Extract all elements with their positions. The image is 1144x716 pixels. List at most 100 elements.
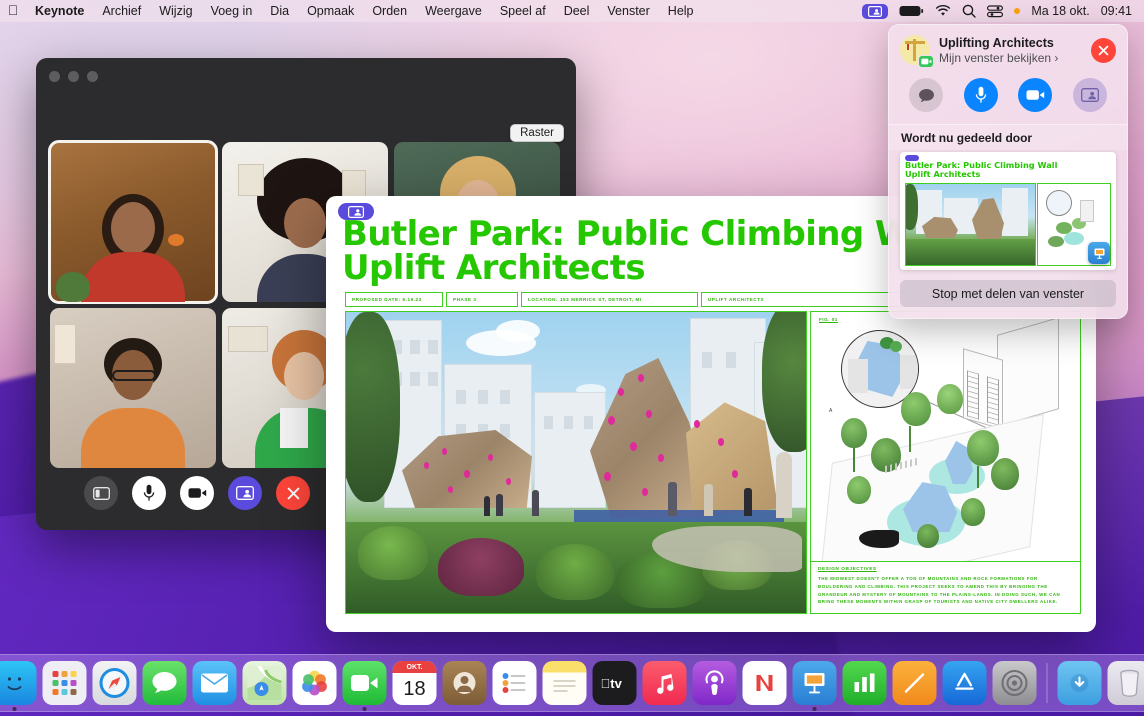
menu-item-dia[interactable]: Dia (261, 0, 298, 22)
stop-sharing-button[interactable]: Stop met delen van venster (900, 280, 1116, 307)
menu-item-voeg-in[interactable]: Voeg in (202, 0, 262, 22)
dock-item-maps[interactable] (242, 661, 288, 705)
dock: OKT.18 tv (0, 654, 1144, 712)
menubar-date[interactable]: Ma 18 okt. (1031, 4, 1089, 18)
grid-view-button[interactable]: Raster (510, 124, 564, 142)
menu-item-weergave[interactable]: Weergave (416, 0, 491, 22)
menu-item-wijzig[interactable]: Wijzig (150, 0, 201, 22)
apple-logo-icon[interactable]:  (0, 3, 26, 19)
pages-icon[interactable] (893, 661, 937, 705)
popover-titles: Uplifting Architects Mijn venster bekijk… (939, 36, 1091, 65)
dock-item-downloads[interactable] (1057, 661, 1103, 705)
tv-icon[interactable]: tv (593, 661, 637, 705)
dock-item-trash[interactable] (1107, 661, 1144, 705)
sidebar-button[interactable] (84, 476, 118, 510)
menu-item-deel[interactable]: Deel (555, 0, 599, 22)
popover-header: Uplifting Architects Mijn venster bekijk… (889, 25, 1127, 69)
menu-item-venster[interactable]: Venster (598, 0, 658, 22)
dock-item-appstore[interactable] (942, 661, 988, 705)
dock-item-finder[interactable] (0, 661, 38, 705)
microphone-button[interactable] (964, 78, 998, 112)
popover-call-buttons (889, 69, 1127, 124)
wifi-icon[interactable] (935, 5, 951, 17)
app-running-indicator (363, 707, 367, 711)
dock-item-mail[interactable] (192, 661, 238, 705)
close-icon[interactable] (1091, 38, 1116, 63)
caller-name: Uplifting Architects (939, 36, 1091, 50)
notes-icon[interactable] (543, 661, 587, 705)
dock-item-pages[interactable] (892, 661, 938, 705)
minimize-button[interactable] (68, 71, 79, 82)
preview-rendering (905, 183, 1036, 266)
maps-icon[interactable] (243, 661, 287, 705)
app-running-indicator (813, 707, 817, 711)
control-center-icon[interactable] (987, 5, 1003, 18)
downloads-icon[interactable] (1058, 661, 1102, 705)
maximize-button[interactable] (87, 71, 98, 82)
appstore-icon[interactable] (943, 661, 987, 705)
facetime-popover[interactable]: Uplifting Architects Mijn venster bekijk… (888, 24, 1128, 319)
view-window-link[interactable]: Mijn venster bekijken › (939, 51, 1091, 65)
microphone-button[interactable] (132, 476, 166, 510)
site-diagram: FIG. 01 A (810, 311, 1081, 614)
dock-item-messages[interactable] (142, 661, 188, 705)
contacts-icon[interactable] (443, 661, 487, 705)
participant-tile[interactable] (50, 142, 216, 302)
menu-item-help[interactable]: Help (659, 0, 703, 22)
participant-tile[interactable] (50, 308, 216, 468)
end-call-button[interactable] (276, 476, 310, 510)
news-icon[interactable] (743, 661, 787, 705)
reminders-icon[interactable] (493, 661, 537, 705)
numbers-icon[interactable] (843, 661, 887, 705)
menu-item-orden[interactable]: Orden (363, 0, 416, 22)
search-icon[interactable] (962, 4, 976, 18)
dock-item-launchpad[interactable] (42, 661, 88, 705)
share-screen-button[interactable] (228, 476, 262, 510)
dock-item-facetime[interactable] (342, 661, 388, 705)
mail-icon[interactable] (193, 661, 237, 705)
music-icon[interactable] (643, 661, 687, 705)
dock-item-calendar[interactable]: OKT.18 (392, 661, 438, 705)
menu-item-speel-af[interactable]: Speel af (491, 0, 555, 22)
messages-button[interactable] (909, 78, 943, 112)
finder-icon[interactable] (0, 661, 37, 705)
menu-item-opmaak[interactable]: Opmaak (298, 0, 363, 22)
menubar-clock[interactable]: 09:41 (1101, 4, 1132, 18)
close-button[interactable] (49, 71, 60, 82)
dock-item-keynote[interactable] (792, 661, 838, 705)
dock-item-podcasts[interactable] (692, 661, 738, 705)
photos-icon[interactable] (293, 661, 337, 705)
dock-item-photos[interactable] (292, 661, 338, 705)
camera-button[interactable] (1018, 78, 1052, 112)
facetime-icon[interactable] (343, 661, 387, 705)
settings-icon[interactable] (993, 661, 1037, 705)
preview-body (905, 183, 1111, 266)
dock-item-notes[interactable] (542, 661, 588, 705)
screen-share-icon[interactable] (338, 203, 374, 220)
design-objectives-body: THE MIDWEST DOESN'T OFFER A TON OF MOUNT… (818, 575, 1073, 606)
dock-item-settings[interactable] (992, 661, 1038, 705)
launchpad-icon[interactable] (43, 661, 87, 705)
dock-item-music[interactable] (642, 661, 688, 705)
screen-share-icon[interactable] (862, 4, 888, 19)
window-traffic-lights[interactable] (49, 71, 98, 82)
keynote-icon[interactable] (793, 661, 837, 705)
shared-window-preview[interactable]: Butler Park: Public Climbing Wall Uplift… (900, 152, 1116, 270)
app-running-indicator (13, 707, 17, 711)
dock-item-safari[interactable] (92, 661, 138, 705)
podcasts-icon[interactable] (693, 661, 737, 705)
share-screen-button[interactable] (1073, 78, 1107, 112)
dock-item-contacts[interactable] (442, 661, 488, 705)
safari-icon[interactable] (93, 661, 137, 705)
dock-item-reminders[interactable] (492, 661, 538, 705)
calendar-icon[interactable]: OKT.18 (393, 661, 437, 705)
messages-icon[interactable] (143, 661, 187, 705)
menu-item-archief[interactable]: Archief (93, 0, 150, 22)
dock-item-numbers[interactable] (842, 661, 888, 705)
battery-icon[interactable] (899, 5, 924, 17)
dock-item-tv[interactable]: tv (592, 661, 638, 705)
trash-icon[interactable] (1108, 661, 1144, 705)
camera-button[interactable] (180, 476, 214, 510)
dock-item-news[interactable] (742, 661, 788, 705)
menu-item-keynote[interactable]: Keynote (26, 0, 93, 22)
